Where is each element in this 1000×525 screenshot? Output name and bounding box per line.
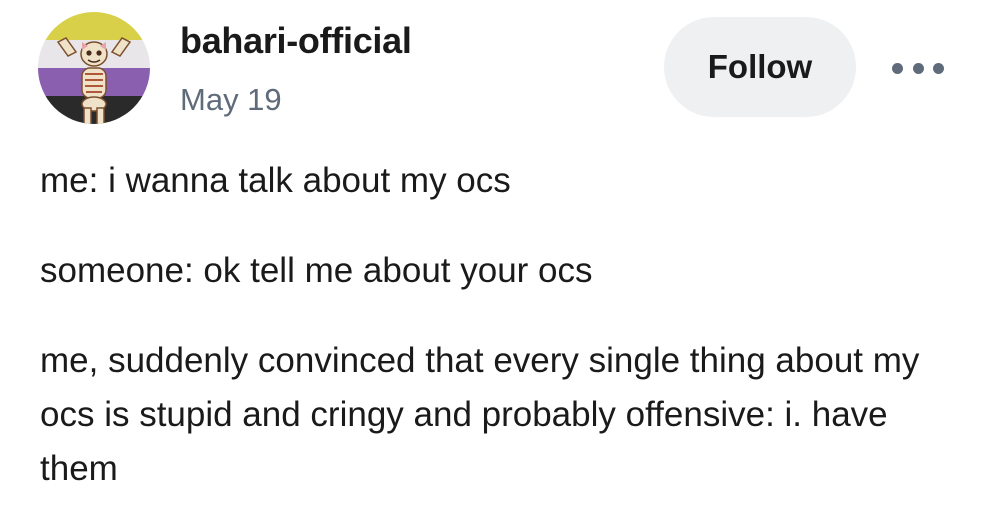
skeleton-avatar-image (38, 12, 150, 124)
post-card: bahari-official May 19 Follow me: i wann… (0, 0, 1000, 525)
post-paragraph: me: i wanna talk about my ocs (40, 161, 511, 200)
avatar[interactable] (38, 12, 150, 124)
follow-button[interactable]: Follow (664, 17, 856, 117)
author-name[interactable]: bahari-official (180, 20, 412, 62)
post-paragraph: someone: ok tell me about your ocs (40, 251, 593, 290)
more-horizontal-icon (892, 62, 903, 74)
post-paragraph: me, suddenly convinced that every single… (40, 341, 920, 488)
more-options-button[interactable] (888, 50, 948, 86)
more-horizontal-icon-dot (912, 62, 924, 74)
post-date[interactable]: May 19 (180, 82, 282, 118)
more-horizontal-icon-dot (933, 62, 944, 74)
